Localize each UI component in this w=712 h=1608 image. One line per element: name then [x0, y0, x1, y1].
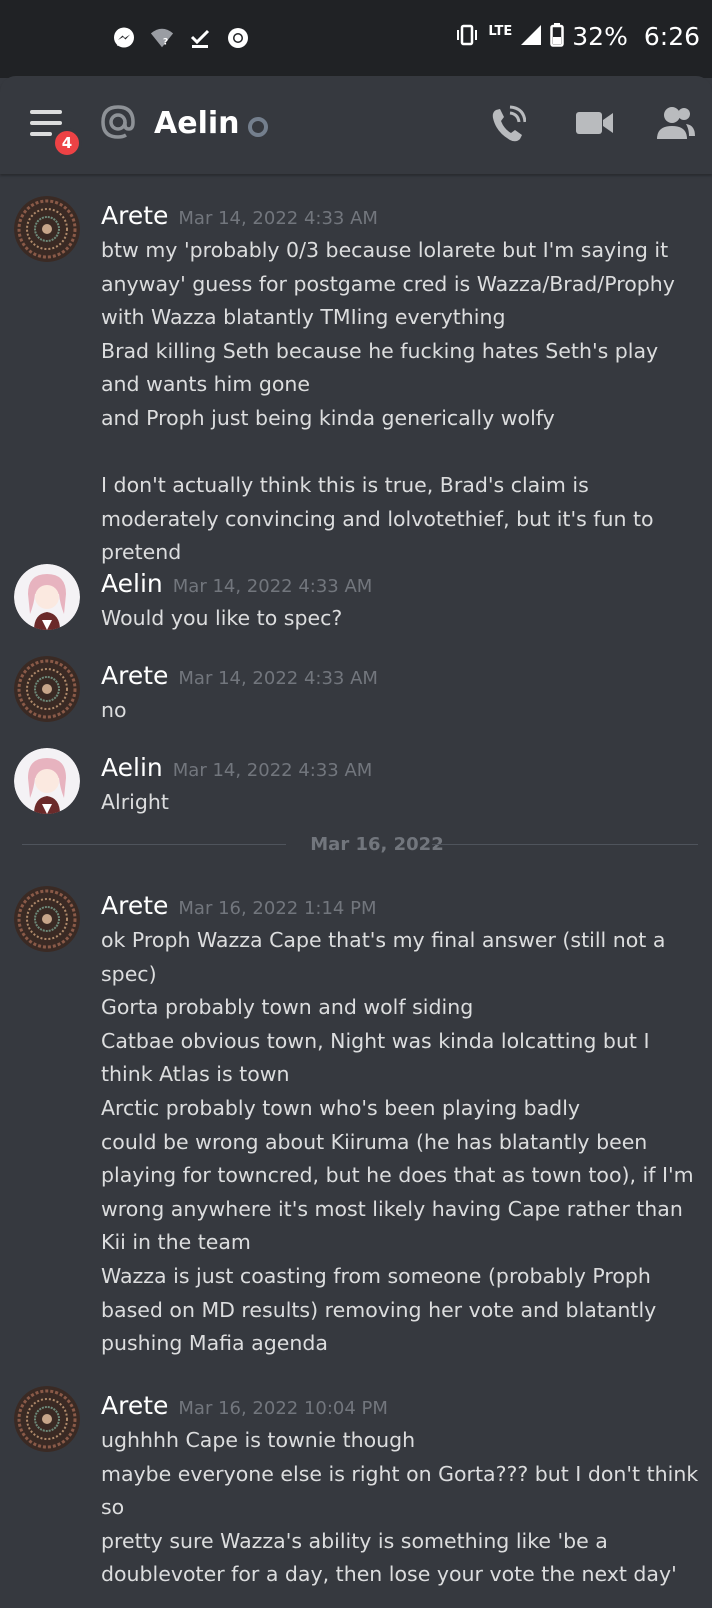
- svg-text:?: ?: [163, 36, 168, 47]
- message-content: ughhhh Cape is townie though maybe every…: [101, 1428, 699, 1587]
- video-icon: [576, 112, 614, 140]
- chrome-icon: [226, 26, 250, 50]
- video-call-button[interactable]: [576, 110, 614, 140]
- download-done-icon: [188, 26, 212, 50]
- message-content: btw my 'probably 0/3 because lolarete bu…: [101, 238, 675, 565]
- avatar[interactable]: [14, 196, 80, 262]
- network-type: LTE: [488, 24, 513, 39]
- call-button[interactable]: [490, 104, 527, 148]
- avatar[interactable]: [14, 886, 80, 952]
- battery-icon: [550, 22, 565, 51]
- message-timestamp: Mar 14, 2022 4:33 AM: [178, 208, 378, 229]
- message-author[interactable]: Arete Mar 16, 2022 10:04 PM: [101, 1391, 388, 1420]
- status-bar: ? LTE 32% 6:26: [0, 0, 712, 78]
- avatar[interactable]: [14, 748, 80, 814]
- message-timestamp: Mar 14, 2022 4:33 AM: [172, 760, 373, 781]
- avatar[interactable]: [14, 1386, 80, 1452]
- message-content: ok Proph Wazza Cape that's my final answ…: [101, 928, 694, 1356]
- message-author[interactable]: Aelin Mar 14, 2022 4:33 AM: [101, 753, 372, 782]
- at-icon: [100, 104, 136, 144]
- vibrate-icon: [454, 24, 480, 50]
- message-content: Alright: [101, 790, 169, 814]
- members-icon: [656, 107, 696, 144]
- message-list[interactable]: Arete Mar 14, 2022 4:33 AM btw my 'probab…: [0, 174, 712, 1608]
- avatar[interactable]: [14, 656, 80, 722]
- message-author[interactable]: Aelin Mar 14, 2022 4:33 AM: [101, 569, 372, 598]
- message-content: no: [101, 698, 127, 722]
- clock: 6:26: [643, 22, 700, 51]
- notification-badge: 4: [52, 128, 82, 158]
- channel-header: 4 Aelin: [0, 76, 712, 174]
- message-content: Would you like to spec?: [101, 606, 343, 630]
- channel-title: Aelin: [154, 106, 240, 141]
- avatar[interactable]: [14, 564, 80, 630]
- offline-status-icon: [248, 117, 268, 137]
- message-timestamp: Mar 16, 2022 10:04 PM: [178, 1398, 388, 1419]
- message-timestamp: Mar 14, 2022 4:33 AM: [178, 668, 378, 689]
- signal-icon: [520, 24, 542, 50]
- message-author[interactable]: Arete Mar 14, 2022 4:33 AM: [101, 661, 378, 690]
- message-author[interactable]: Arete Mar 14, 2022 4:33 AM: [101, 201, 378, 230]
- messenger-icon: [112, 26, 136, 50]
- message-timestamp: Mar 14, 2022 4:33 AM: [172, 576, 373, 597]
- date-divider: Mar 16, 2022: [22, 834, 698, 855]
- battery-percent: 32%: [572, 22, 628, 51]
- call-icon: [490, 105, 527, 148]
- wifi-question-icon: ?: [150, 26, 174, 50]
- date-divider-label: Mar 16, 2022: [310, 834, 444, 855]
- message-author[interactable]: Arete Mar 16, 2022 1:14 PM: [101, 891, 377, 920]
- members-button[interactable]: [656, 106, 696, 144]
- message-timestamp: Mar 16, 2022 1:14 PM: [178, 898, 377, 919]
